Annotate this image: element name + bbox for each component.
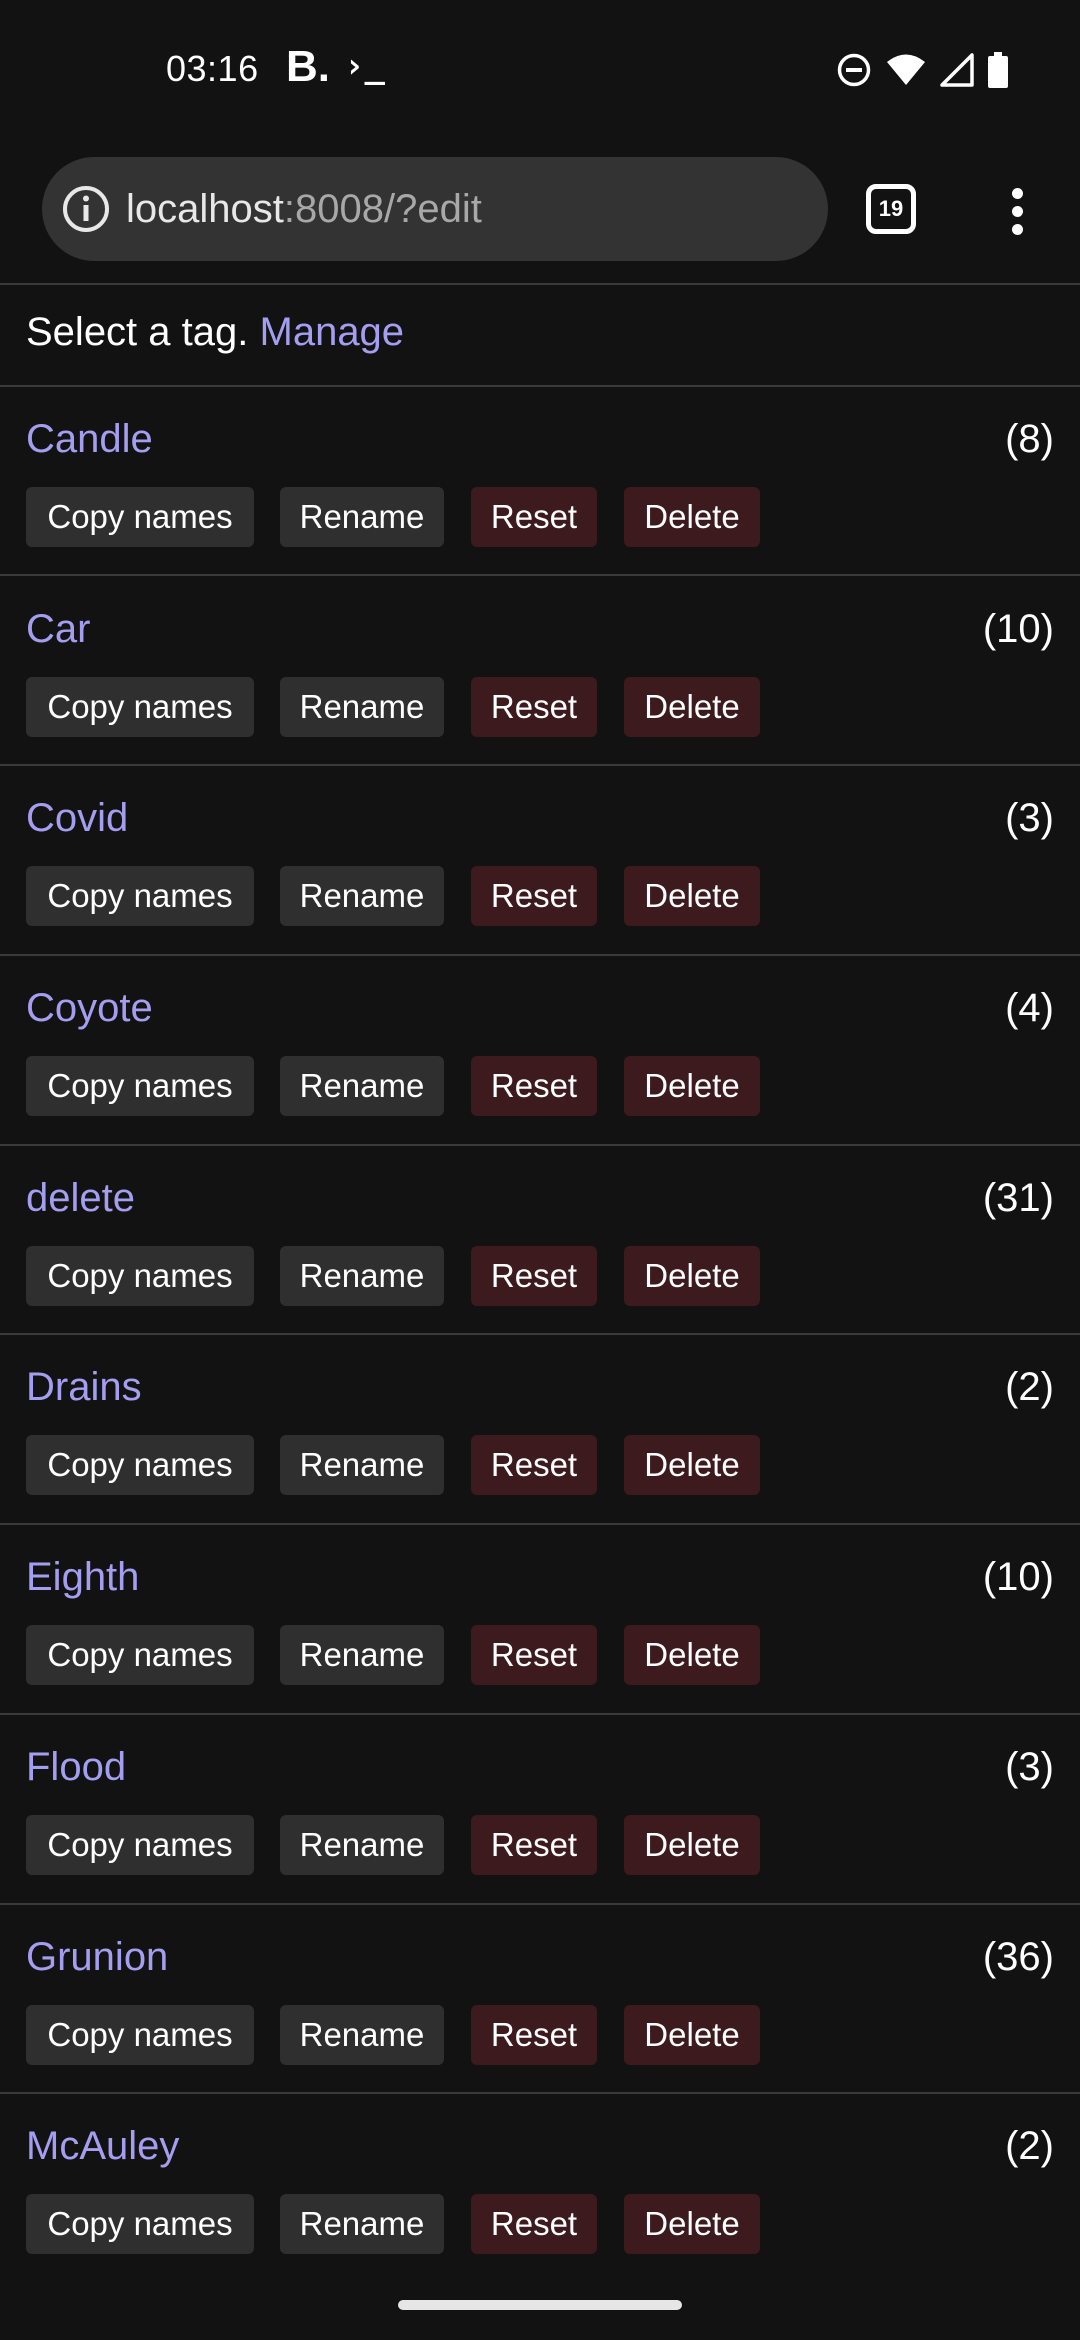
tag-link[interactable]: Drains <box>26 1361 142 1413</box>
tag-link[interactable]: Candle <box>26 413 153 465</box>
tag-count: (8) <box>1005 417 1054 461</box>
copy-names-button[interactable]: Copy names <box>26 1056 254 1116</box>
copy-names-button[interactable]: Copy names <box>26 2005 254 2065</box>
delete-button[interactable]: Delete <box>624 677 760 737</box>
copy-names-button[interactable]: Copy names <box>26 2194 254 2254</box>
url-host: localhost <box>126 187 284 231</box>
tab-count: 19 <box>878 196 904 221</box>
status-icons <box>836 50 1008 90</box>
tag-row: Flood (3) Copy names Rename Reset Delete <box>0 1715 1080 1905</box>
rename-button[interactable]: Rename <box>280 1625 444 1685</box>
tag-link[interactable]: Eighth <box>26 1551 139 1603</box>
tag-link[interactable]: Grunion <box>26 1931 168 1983</box>
cell-signal-icon <box>940 53 974 87</box>
tag-row: McAuley (2) Copy names Rename Reset Dele… <box>0 2094 1080 2284</box>
delete-button[interactable]: Delete <box>624 1815 760 1875</box>
reset-button[interactable]: Reset <box>471 1435 597 1495</box>
rename-button[interactable]: Rename <box>280 2005 444 2065</box>
tag-count: (2) <box>1005 1365 1054 1409</box>
tag-row: Covid (3) Copy names Rename Reset Delete <box>0 766 1080 956</box>
rename-button[interactable]: Rename <box>280 1435 444 1495</box>
copy-names-button[interactable]: Copy names <box>26 1815 254 1875</box>
select-tag-prompt: Select a tag. Manage <box>26 306 404 358</box>
tag-row: Candle (8) Copy names Rename Reset Delet… <box>0 387 1080 577</box>
tag-link[interactable]: Car <box>26 603 90 655</box>
tag-count: (31) <box>982 1176 1054 1220</box>
tab-switcher-button[interactable]: 19 <box>866 184 916 234</box>
delete-button[interactable]: Delete <box>624 1625 760 1685</box>
status-bar: 03:16 B. ›_ <box>0 0 1080 140</box>
status-time: 03:16 <box>166 48 259 89</box>
reset-button[interactable]: Reset <box>471 1246 597 1306</box>
copy-names-button[interactable]: Copy names <box>26 487 254 547</box>
copy-names-button[interactable]: Copy names <box>26 1625 254 1685</box>
prompt-text: Select a tag. <box>26 310 249 354</box>
rename-button[interactable]: Rename <box>280 2194 444 2254</box>
tag-row: Car (10) Copy names Rename Reset Delete <box>0 577 1080 767</box>
rename-button[interactable]: Rename <box>280 677 444 737</box>
copy-names-button[interactable]: Copy names <box>26 866 254 926</box>
copy-names-button[interactable]: Copy names <box>26 1246 254 1306</box>
copy-names-button[interactable]: Copy names <box>26 677 254 737</box>
delete-button[interactable]: Delete <box>624 487 760 547</box>
address-bar[interactable]: localhost:8008/?edit <box>42 157 828 261</box>
reset-button[interactable]: Reset <box>471 1056 597 1116</box>
reset-button[interactable]: Reset <box>471 2194 597 2254</box>
reset-button[interactable]: Reset <box>471 487 597 547</box>
tag-count: (36) <box>982 1935 1054 1979</box>
wifi-icon <box>887 54 925 85</box>
manage-link[interactable]: Manage <box>260 310 405 354</box>
tag-row: Eighth (10) Copy names Rename Reset Dele… <box>0 1525 1080 1715</box>
tag-count: (3) <box>1005 1745 1054 1789</box>
delete-button[interactable]: Delete <box>624 866 760 926</box>
rename-button[interactable]: Rename <box>280 866 444 926</box>
rename-button[interactable]: Rename <box>280 1246 444 1306</box>
tag-link[interactable]: Flood <box>26 1741 126 1793</box>
delete-button[interactable]: Delete <box>624 1435 760 1495</box>
terminal-app-icon: ›_ <box>344 46 385 86</box>
tag-link[interactable]: delete <box>26 1172 135 1224</box>
tag-link[interactable]: Coyote <box>26 982 153 1034</box>
delete-button[interactable]: Delete <box>624 2005 760 2065</box>
home-indicator[interactable] <box>398 2300 682 2310</box>
tag-row: Grunion (36) Copy names Rename Reset Del… <box>0 1905 1080 2095</box>
delete-button[interactable]: Delete <box>624 1056 760 1116</box>
rename-button[interactable]: Rename <box>280 1056 444 1116</box>
rename-button[interactable]: Rename <box>280 1815 444 1875</box>
reset-button[interactable]: Reset <box>471 1625 597 1685</box>
tag-link[interactable]: McAuley <box>26 2120 179 2172</box>
tag-count: (2) <box>1005 2124 1054 2168</box>
url-text[interactable]: localhost:8008/?edit <box>126 185 482 233</box>
do-not-disturb-icon <box>837 53 871 87</box>
row-divider <box>0 574 1080 576</box>
delete-button[interactable]: Delete <box>624 1246 760 1306</box>
toolbar-divider <box>0 283 1080 285</box>
tag-count: (3) <box>1005 796 1054 840</box>
rename-button[interactable]: Rename <box>280 487 444 547</box>
tag-row: Drains (2) Copy names Rename Reset Delet… <box>0 1335 1080 1525</box>
tag-count: (10) <box>982 1555 1054 1599</box>
b-app-icon: B. <box>286 42 330 91</box>
tag-count: (10) <box>982 607 1054 651</box>
tag-row: delete (31) Copy names Rename Reset Dele… <box>0 1146 1080 1336</box>
battery-icon <box>988 52 1008 88</box>
reset-button[interactable]: Reset <box>471 677 597 737</box>
copy-names-button[interactable]: Copy names <box>26 1435 254 1495</box>
reset-button[interactable]: Reset <box>471 2005 597 2065</box>
info-icon[interactable] <box>60 183 112 235</box>
url-path: :8008/?edit <box>283 187 482 231</box>
reset-button[interactable]: Reset <box>471 1815 597 1875</box>
tag-count: (4) <box>1005 986 1054 1030</box>
more-vert-icon[interactable] <box>1000 184 1034 240</box>
reset-button[interactable]: Reset <box>471 866 597 926</box>
tag-row: Coyote (4) Copy names Rename Reset Delet… <box>0 956 1080 1146</box>
delete-button[interactable]: Delete <box>624 2194 760 2254</box>
tag-link[interactable]: Covid <box>26 792 128 844</box>
